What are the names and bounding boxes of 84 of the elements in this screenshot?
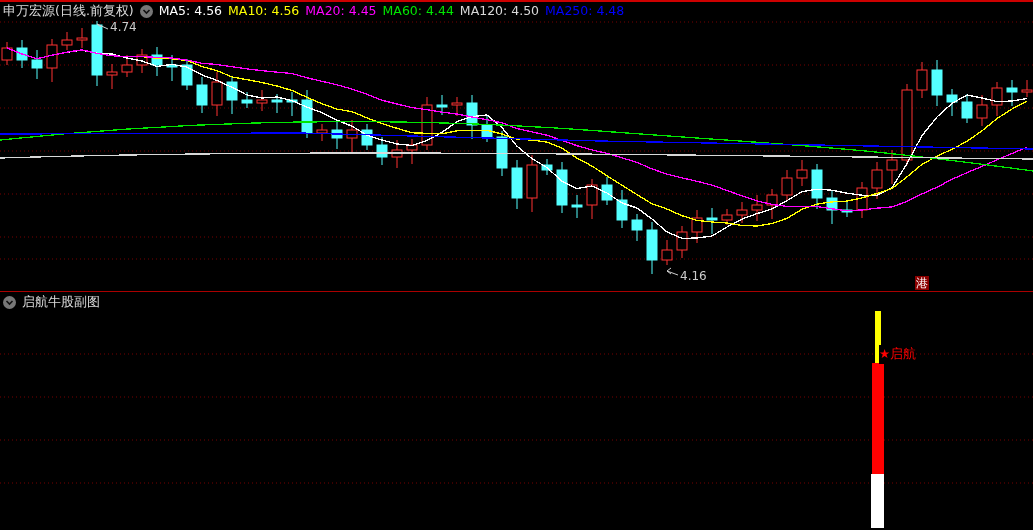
candlestick <box>886 149 898 185</box>
candlestick <box>646 221 658 275</box>
candlestick <box>301 89 313 139</box>
candlestick <box>346 119 358 153</box>
candlestick <box>781 169 793 201</box>
candlestick <box>511 159 523 210</box>
indicator-value: MA120: 4.50 <box>459 2 540 21</box>
leader-line <box>666 267 679 276</box>
candlestick <box>451 96 463 117</box>
candlestick <box>961 93 973 124</box>
candlestick <box>931 59 943 107</box>
candlestick <box>871 161 883 200</box>
candlestick <box>736 201 748 224</box>
candlestick <box>616 189 628 229</box>
candlestick <box>571 194 583 219</box>
candlestick <box>856 181 868 219</box>
candlestick <box>286 91 298 117</box>
candlestick <box>841 199 853 218</box>
candlestick <box>31 49 43 80</box>
candlestick <box>496 130 508 177</box>
candlestick <box>151 46 163 77</box>
candlestick <box>76 27 88 49</box>
stock-title: 申万宏源(日线.前复权) <box>3 2 134 21</box>
candlestick <box>226 75 238 115</box>
candlestick <box>721 208 733 226</box>
indicator-value: MA250: 4.48 <box>545 2 625 21</box>
high-price-label: 4.74 <box>110 21 137 34</box>
indicator-value: MA10: 4.56 <box>228 2 300 21</box>
candlestick <box>406 138 418 165</box>
low-price-label: 4.16 <box>680 269 707 283</box>
candlestick <box>1 41 13 66</box>
candlestick <box>826 189 838 225</box>
candlestick <box>196 76 208 114</box>
candlestick <box>541 158 553 176</box>
signal-label: ★启航 <box>879 345 917 364</box>
indicator-value: MA60: 4.44 <box>382 2 454 21</box>
candlestick <box>436 94 448 116</box>
candlestick <box>106 63 118 90</box>
candlestick <box>241 91 253 109</box>
candlestick <box>1006 79 1018 107</box>
candlestick <box>91 21 103 87</box>
candlestick <box>331 121 343 150</box>
market-badge: 港 <box>915 276 929 290</box>
candlestick <box>796 159 808 187</box>
candlestick <box>526 154 538 213</box>
candlestick <box>661 239 673 266</box>
candlestick <box>271 93 283 114</box>
candlestick <box>976 94 988 127</box>
candlestick <box>136 48 148 74</box>
candlestick <box>706 207 718 235</box>
candlestick <box>376 136 388 166</box>
candlestick <box>916 61 928 99</box>
candlestick <box>631 213 643 242</box>
candlestick <box>811 163 823 210</box>
candlestick <box>766 188 778 220</box>
dropdown-icon[interactable] <box>139 5 153 18</box>
candlestick <box>391 139 403 169</box>
leader-line <box>96 23 109 30</box>
candlestick <box>361 123 373 151</box>
indicator-value: MA20: 4.45 <box>305 2 377 21</box>
candlestick <box>991 81 1003 117</box>
dropdown-icon[interactable] <box>3 296 16 309</box>
candlestick <box>946 88 958 117</box>
candlestick <box>316 123 328 142</box>
candlestick <box>46 38 58 83</box>
candlestick <box>421 96 433 151</box>
candlestick <box>256 89 268 112</box>
candlestick <box>61 31 73 51</box>
candlestick <box>1021 79 1033 98</box>
candlestick <box>466 94 478 140</box>
candlestick <box>121 54 133 78</box>
indicator-title: 启航牛股副图 <box>22 293 100 312</box>
candlestick <box>556 161 568 214</box>
candlestick <box>586 178 598 220</box>
candlestick <box>481 114 493 143</box>
candlestick <box>601 176 613 206</box>
candlestick <box>751 194 763 222</box>
indicator-value: MA5: 4.56 <box>158 2 223 21</box>
candlestick <box>211 71 223 117</box>
candlestick <box>691 209 703 244</box>
candlestick <box>16 39 28 69</box>
candlestick <box>676 225 688 259</box>
candlestick <box>181 58 193 91</box>
candlestick <box>166 54 178 82</box>
